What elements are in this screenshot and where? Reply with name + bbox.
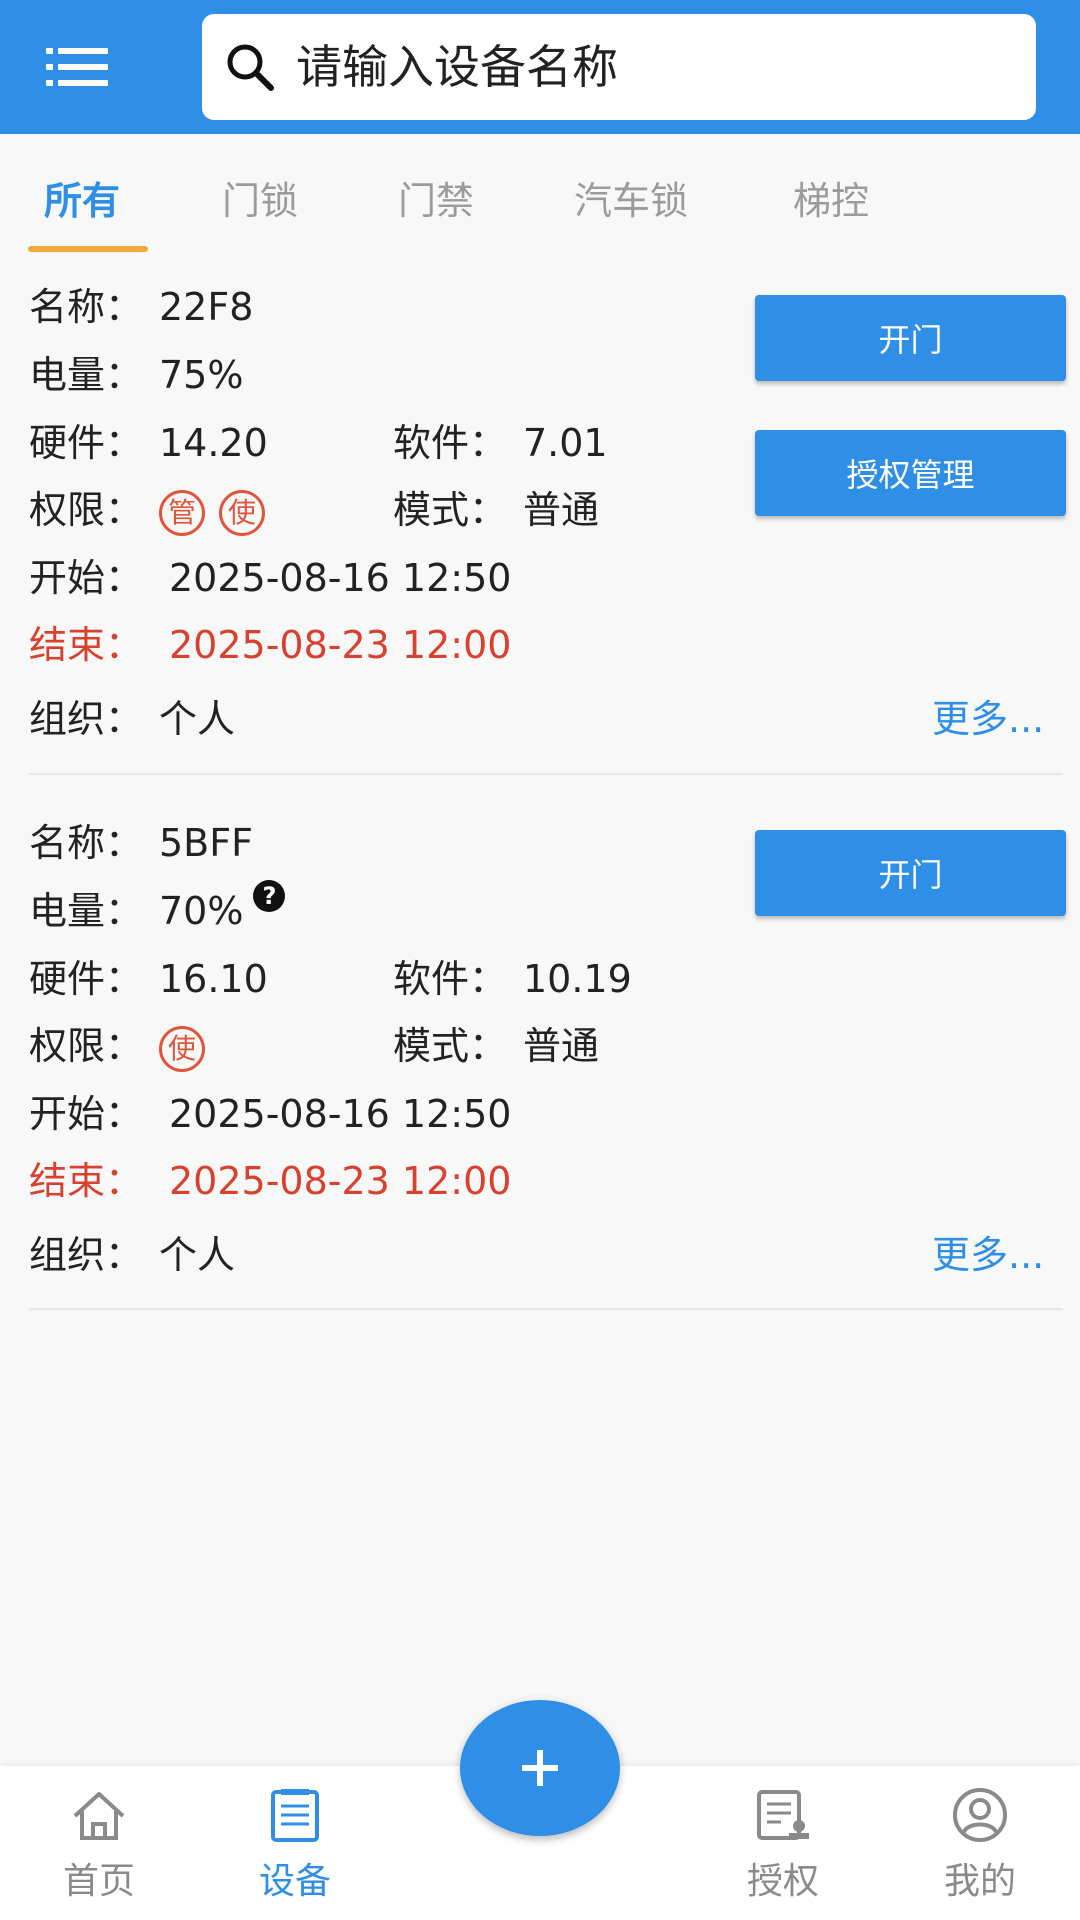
tab-car-lock[interactable]: 汽车锁 [574,170,688,225]
add-device-button[interactable] [460,1700,620,1836]
hardware-row: 硬件： 16.10 [29,954,268,1004]
nav-home-label: 首页 [62,1861,135,1902]
end-label: 结束： [29,623,144,667]
home-icon [73,1792,125,1840]
search-icon [227,44,274,91]
device-name-row: 名称： 22F8 [29,282,253,332]
tab-all[interactable]: 所有 [44,170,120,225]
battery-label: 电量： [29,353,144,397]
hardware-label: 硬件： [29,957,144,1001]
battery-row: 电量： 70%? [29,880,286,936]
start-label: 开始： [29,1092,144,1136]
end-value: 2025-08-23 12:00 [169,623,512,667]
permission-row: 权限： 管使 [29,485,265,536]
mode-label: 模式： [393,1024,508,1068]
software-value: 10.19 [523,957,632,1001]
mode-value: 普通 [523,488,600,532]
device-name: 5BFF [159,821,253,865]
software-label: 软件： [393,957,508,1001]
org-row: 组织： 个人 [29,694,235,744]
start-label: 开始： [29,556,144,600]
menu-icon[interactable] [46,48,108,86]
nav-authorize-label: 授权 [746,1861,819,1902]
more-link[interactable]: 更多... [932,688,1044,743]
card-divider [29,1308,1063,1310]
open-door-button[interactable]: 开门 [755,830,1066,916]
use-badge: 使 [159,1025,205,1072]
card-divider [29,773,1063,775]
hardware-label: 硬件： [29,421,144,465]
plus-icon [522,1750,558,1786]
use-badge: 使 [219,489,265,536]
tab-door-lock[interactable]: 门锁 [222,170,298,225]
permission-label: 权限： [29,1024,144,1068]
software-label: 软件： [393,421,508,465]
more-link[interactable]: 更多... [932,1224,1044,1279]
nav-home[interactable]: 首页 [24,1766,174,1920]
mode-label: 模式： [393,488,508,532]
nav-authorize[interactable]: 授权 [708,1766,858,1920]
hardware-row: 硬件： 14.20 [29,418,268,468]
start-row: 开始： 2025-08-16 12:50 [29,1089,511,1139]
tab-access-control[interactable]: 门禁 [398,170,474,225]
org-value: 个人 [159,697,236,741]
battery-value: 70% [159,889,244,933]
mode-value: 普通 [523,1024,600,1068]
battery-value-wrap: 70%? [159,880,286,936]
manage-badge: 管 [159,489,205,536]
org-value: 个人 [159,1233,236,1277]
app-header [0,0,1080,134]
end-row: 结束： 2025-08-23 12:00 [29,620,511,670]
permission-label: 权限： [29,488,144,532]
name-label: 名称： [29,285,144,329]
mode-row: 模式： 普通 [393,485,599,535]
org-label: 组织： [29,697,144,741]
nav-devices[interactable]: 设备 [220,1766,370,1920]
device-name-row: 名称： 5BFF [29,818,253,868]
hardware-value: 14.20 [159,421,268,465]
active-tab-indicator [28,246,148,252]
search-box[interactable] [202,14,1036,120]
name-label: 名称： [29,821,144,865]
nav-profile-label: 我的 [943,1861,1016,1902]
help-icon[interactable]: ? [253,880,286,912]
software-value: 7.01 [523,421,608,465]
battery-value: 75% [159,353,244,397]
start-row: 开始： 2025-08-16 12:50 [29,553,511,603]
end-row: 结束： 2025-08-23 12:00 [29,1156,511,1206]
authorize-icon [757,1790,809,1840]
device-name: 22F8 [159,285,254,329]
open-door-button[interactable]: 开门 [755,295,1066,381]
start-value: 2025-08-16 12:50 [169,556,512,600]
device-icon [271,1789,319,1842]
org-label: 组织： [29,1233,144,1277]
software-row: 软件： 10.19 [393,954,632,1004]
end-value: 2025-08-23 12:00 [169,1159,512,1203]
nav-devices-label: 设备 [258,1861,331,1902]
battery-row: 电量： 75% [29,350,243,400]
auth-manage-button[interactable]: 授权管理 [755,430,1066,516]
category-tabs: 所有 门锁 门禁 汽车锁 梯控 [0,134,1080,254]
hardware-value: 16.10 [159,957,268,1001]
nav-profile[interactable]: 我的 [905,1766,1055,1920]
permission-row: 权限： 使 [29,1021,205,1072]
org-row: 组织： 个人 [29,1230,235,1280]
battery-label: 电量： [29,889,144,933]
tab-elevator-control[interactable]: 梯控 [793,170,869,225]
permission-badges: 使 [159,1021,219,1072]
software-row: 软件： 7.01 [393,418,608,468]
profile-icon [953,1788,1007,1842]
mode-row: 模式： 普通 [393,1021,599,1071]
search-input[interactable] [296,40,996,94]
start-value: 2025-08-16 12:50 [169,1092,512,1136]
permission-badges: 管使 [159,485,279,536]
end-label: 结束： [29,1159,144,1203]
